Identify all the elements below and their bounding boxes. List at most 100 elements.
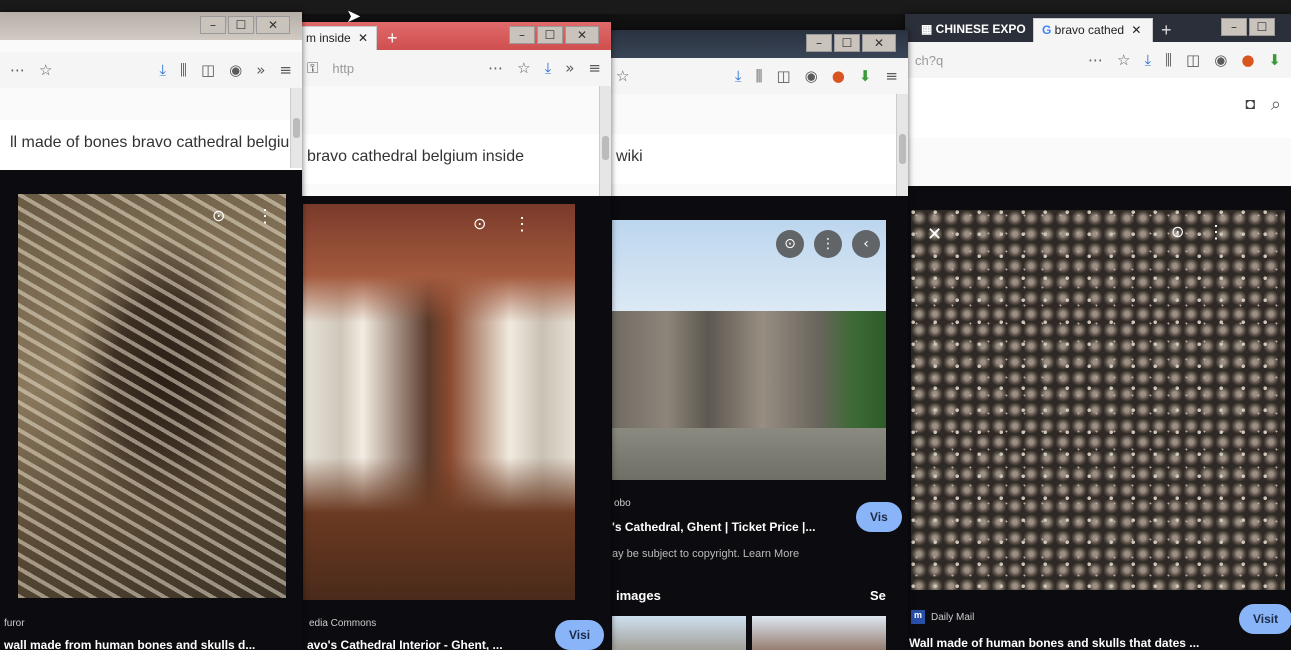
result-image-cathedral-exterior[interactable] xyxy=(612,220,886,480)
result-image-cathedral-interior[interactable] xyxy=(303,204,575,600)
scroll-thumb[interactable] xyxy=(293,118,300,138)
browser-window-3: – ☐ ✕ ☆ ⤓ ⫼ ◫ ◉ ● ⬇ ≡ wiki ⊙ ⋮ ‹ obo 's … xyxy=(606,30,908,650)
bookmark-star-icon[interactable]: ☆ xyxy=(39,61,52,79)
more-icon[interactable]: ⋯ xyxy=(1088,51,1103,69)
more-icon[interactable]: ⋯ xyxy=(488,59,503,77)
see-more-link[interactable]: Se xyxy=(870,588,886,603)
download-icon[interactable]: ⤓ xyxy=(1145,51,1152,69)
google-icon: G xyxy=(1042,23,1055,37)
account-icon[interactable]: ◉ xyxy=(1214,51,1227,69)
more-options-icon[interactable]: ⋮ xyxy=(814,230,842,258)
bookmark-star-icon[interactable]: ☆ xyxy=(517,59,530,77)
close-window-button[interactable]: ✕ xyxy=(565,26,599,44)
related-thumbnail-1[interactable] xyxy=(612,616,746,650)
new-tab-button[interactable]: + xyxy=(1161,20,1172,41)
window-controls: – ☐ xyxy=(1221,18,1275,36)
window-controls: – ☐ ✕ xyxy=(806,34,896,52)
extension-download-icon[interactable]: ⬇ xyxy=(1268,51,1281,69)
close-tab-icon[interactable]: ✕ xyxy=(1131,23,1141,37)
lens-icon[interactable]: ⊙ xyxy=(473,214,486,234)
maximize-button[interactable]: ☐ xyxy=(228,16,254,34)
result-title[interactable]: 's Cathedral, Ghent | Ticket Price |... xyxy=(612,520,815,534)
camera-search-icon[interactable]: ◘ xyxy=(1245,96,1255,114)
sidebar-icon[interactable]: ◫ xyxy=(1186,51,1200,69)
library-icon[interactable]: ⫼ xyxy=(1165,51,1172,69)
account-icon[interactable]: ◉ xyxy=(805,67,818,85)
visit-button[interactable]: Visit xyxy=(1239,604,1291,634)
menu-icon[interactable]: ≡ xyxy=(885,67,898,85)
result-title[interactable]: wall made from human bones and skulls d.… xyxy=(4,638,255,650)
more-icon[interactable]: ⋯ xyxy=(10,61,25,79)
download-icon[interactable]: ⤓ xyxy=(545,59,552,77)
scroll-thumb[interactable] xyxy=(602,136,609,160)
minimize-button[interactable]: – xyxy=(806,34,832,52)
overflow-icon[interactable]: » xyxy=(565,59,574,77)
window-controls: – ☐ ✕ xyxy=(509,26,599,44)
new-tab-button[interactable]: + xyxy=(387,28,398,49)
overflow-icon[interactable]: » xyxy=(256,61,265,79)
source-favicon-icon: m xyxy=(911,610,925,624)
lock-icon: ⚿ xyxy=(307,59,319,77)
visit-button[interactable]: Visi xyxy=(555,620,605,650)
result-image-skulls[interactable] xyxy=(911,210,1285,590)
menu-icon[interactable]: ≡ xyxy=(588,59,601,77)
result-source: Daily Mail xyxy=(931,612,975,623)
scroll-thumb[interactable] xyxy=(899,134,906,164)
extension-icon[interactable]: ● xyxy=(1241,51,1254,69)
result-source: furor xyxy=(4,618,25,629)
bookmark-star-icon[interactable]: ☆ xyxy=(616,67,629,85)
extension-download-icon[interactable]: ⬇ xyxy=(859,67,872,85)
extension-icon[interactable]: ● xyxy=(832,67,845,85)
search-icon[interactable]: ⌕ xyxy=(1271,94,1281,115)
back-icon[interactable]: ‹ xyxy=(852,230,880,258)
sidebar-icon[interactable]: ◫ xyxy=(776,67,790,85)
download-icon[interactable]: ⤓ xyxy=(735,67,742,85)
lens-icon[interactable]: ⊙ xyxy=(212,206,225,226)
search-bar[interactable]: ll made of bones bravo cathedral belgiu xyxy=(0,120,302,170)
library-icon[interactable]: ⫼ xyxy=(180,61,187,79)
result-image-bone-wall[interactable] xyxy=(18,194,286,598)
nav-toolbar: ☆ ⤓ ⫼ ◫ ◉ ● ⬇ ≡ xyxy=(606,58,908,94)
minimize-button[interactable]: – xyxy=(200,16,226,34)
account-icon[interactable]: ◉ xyxy=(229,61,242,79)
tab-chinese-expo[interactable]: ▦ CHINESE EXPO xyxy=(913,18,1034,42)
more-options-icon[interactable]: ⋮ xyxy=(1207,222,1225,243)
download-icon[interactable]: ⤓ xyxy=(159,61,166,79)
url-field[interactable]: ch?q xyxy=(915,53,943,68)
menu-icon[interactable]: ≡ xyxy=(279,61,292,79)
scrollbar[interactable] xyxy=(599,86,611,196)
library-icon[interactable]: ⫼ xyxy=(756,67,763,85)
close-window-button[interactable]: ✕ xyxy=(256,16,290,34)
bookmark-star-icon[interactable]: ☆ xyxy=(1117,51,1130,69)
sidebar-icon[interactable]: ◫ xyxy=(201,61,215,79)
scrollbar[interactable] xyxy=(290,88,302,168)
visit-button[interactable]: Vis xyxy=(856,502,902,532)
browser-window-2: m inside ✕ + – ☐ ✕ ⚿ http ⋯ ☆ ⤓ » ≡ brav… xyxy=(297,22,611,650)
window-controls: – ☐ ✕ xyxy=(200,16,290,34)
close-tab-icon[interactable]: ✕ xyxy=(358,31,368,45)
maximize-button[interactable]: ☐ xyxy=(537,26,563,44)
lens-icon[interactable]: ⊙ xyxy=(776,230,804,258)
url-field[interactable]: http xyxy=(332,61,354,76)
close-window-button[interactable]: ✕ xyxy=(862,34,896,52)
tab-bravo-cathedral[interactable]: G bravo cathed ✕ xyxy=(1033,18,1153,42)
browser-window-4: ▦ CHINESE EXPO G bravo cathed ✕ + – ☐ ch… xyxy=(905,14,1291,650)
minimize-button[interactable]: – xyxy=(509,26,535,44)
related-thumbnail-2[interactable] xyxy=(752,616,886,650)
image-viewer-panel: ✕ ⊙ ⋮ m Daily Mail Wall made of human bo… xyxy=(905,186,1291,650)
nav-toolbar: ch?q ⋯ ☆ ⤓ ⫼ ◫ ◉ ● ⬇ xyxy=(905,42,1291,78)
more-options-icon[interactable]: ⋮ xyxy=(513,214,531,235)
result-source: edia Commons xyxy=(309,618,377,629)
minimize-button[interactable]: – xyxy=(1221,18,1247,36)
search-bar[interactable]: bravo cathedral belgium inside xyxy=(297,134,611,184)
tab-search[interactable]: m inside ✕ xyxy=(297,26,377,50)
result-title[interactable]: Wall made of human bones and skulls that… xyxy=(909,636,1199,650)
search-bar[interactable]: ◘ ⌕ xyxy=(905,78,1291,138)
maximize-button[interactable]: ☐ xyxy=(834,34,860,52)
lens-icon[interactable]: ⊙ xyxy=(1171,222,1184,242)
search-bar[interactable]: wiki xyxy=(606,134,908,184)
result-title[interactable]: avo's Cathedral Interior - Ghent, ... xyxy=(307,638,503,650)
maximize-button[interactable]: ☐ xyxy=(1249,18,1275,36)
more-options-icon[interactable]: ⋮ xyxy=(256,206,274,227)
close-viewer-icon[interactable]: ✕ xyxy=(927,224,942,245)
